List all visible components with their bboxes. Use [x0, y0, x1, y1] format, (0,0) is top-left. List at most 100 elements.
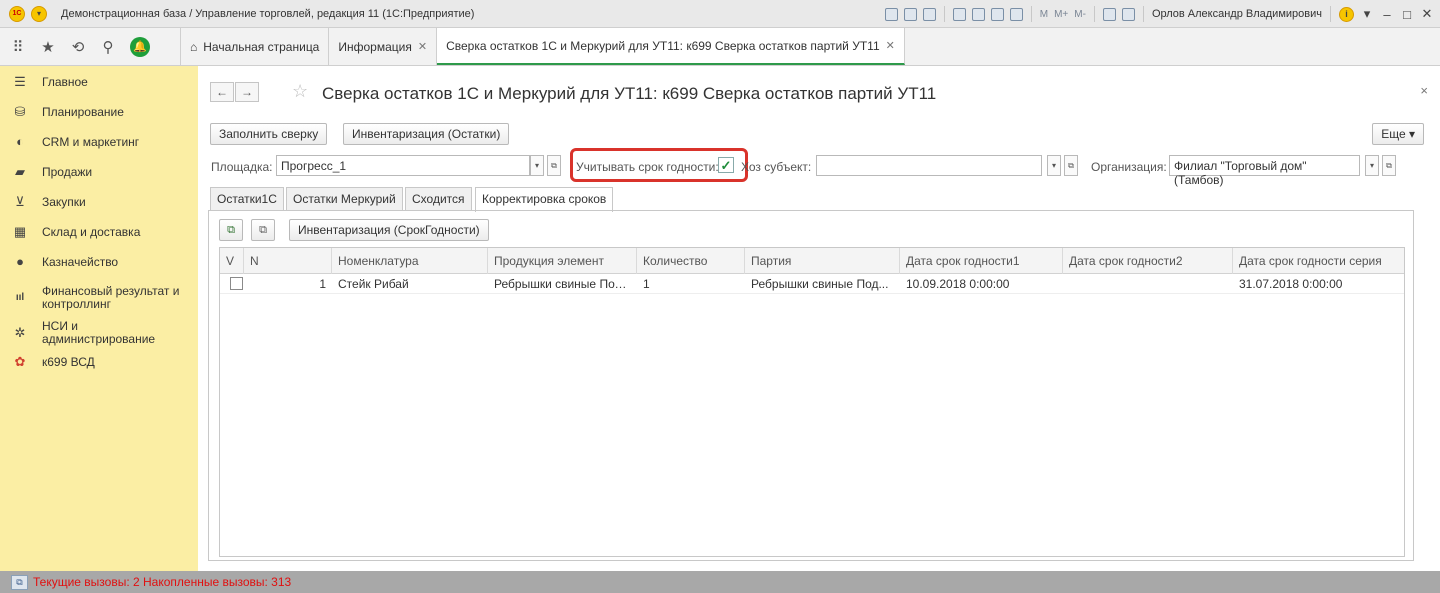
sidebar-item-treasury[interactable]: ● Казначейство [0, 246, 198, 276]
sidebar-item-label: Склад и доставка [42, 225, 141, 239]
row-quantity: 1 [643, 277, 650, 291]
treasury-icon: ● [16, 254, 24, 269]
organization-open-icon[interactable]: ⧉ [1382, 155, 1396, 176]
sidebar-item-label: Продажи [42, 165, 93, 179]
panels-icon[interactable] [1121, 7, 1135, 21]
subject-label: Хоз субъект: [741, 160, 812, 174]
info-icon[interactable]: i [1339, 6, 1354, 22]
sidebar-item-sales[interactable]: ▰ Продажи [0, 156, 198, 186]
tab-info[interactable]: Информация ✕ [329, 28, 438, 65]
tab-label: Начальная страница [203, 39, 320, 54]
row-number: 1 [319, 277, 326, 291]
sidebar-item-label: Планирование [42, 105, 124, 119]
table-row[interactable]: 1 Стейк Рибай Ребрышки свиные Под... 1 Р… [220, 274, 1404, 294]
subject-dropdown-icon[interactable]: ▾ [1047, 155, 1061, 176]
organization-label: Организация: [1091, 160, 1167, 174]
subject-field[interactable] [816, 155, 1042, 176]
fill-reconciliation-button[interactable]: Заполнить сверку [210, 123, 328, 145]
tab-matches[interactable]: Сходится [405, 187, 472, 210]
column-header-n[interactable]: N [244, 248, 332, 274]
tab-reconciliation[interactable]: Сверка остатков 1С и Меркурий для УТ11: … [437, 28, 905, 65]
memory-subtract-button[interactable]: M- [1074, 9, 1086, 20]
sales-icon: ▰ [15, 164, 25, 179]
inventory-expiry-button[interactable]: Инвентаризация (СрокГодности) [289, 219, 489, 241]
copy-link-icon[interactable] [971, 7, 985, 21]
tab-stock-1c[interactable]: Остатки1С [210, 187, 284, 210]
organization-dropdown-icon[interactable]: ▾ [1365, 155, 1379, 176]
site-open-icon[interactable]: ⧉ [547, 155, 561, 176]
gear-icon: ✲ [14, 325, 26, 340]
close-window-button[interactable]: ✕ [1420, 6, 1434, 22]
forward-button[interactable]: → [235, 82, 259, 102]
column-header-v[interactable]: V [220, 248, 244, 274]
save-icon[interactable] [884, 7, 898, 21]
row-nomenclature: Стейк Рибай [338, 277, 409, 291]
row-expiry-date1: 10.09.2018 0:00:00 [906, 277, 1010, 291]
history-icon[interactable]: ⟲ [70, 38, 86, 56]
server-calls-icon[interactable]: ⧉ [11, 574, 28, 590]
server-calls-status: Текущие вызовы: 2 Накопленные вызовы: 31… [33, 575, 292, 589]
current-user[interactable]: Орлов Александр Владимирович [1152, 8, 1322, 20]
table-header: V N Номенклатура Продукция элемент Колич… [220, 248, 1404, 274]
inventory-stock-button[interactable]: Инвентаризация (Остатки) [343, 123, 510, 145]
planning-icon: ⛁ [14, 104, 26, 119]
favorite-star-icon[interactable]: ☆ [292, 81, 308, 102]
close-tab-icon[interactable]: ✕ [886, 39, 895, 52]
column-header-quantity[interactable]: Количество [637, 248, 745, 274]
column-header-product[interactable]: Продукция элемент [488, 248, 637, 274]
sidebar-item-purchases[interactable]: ⊻ Закупки [0, 186, 198, 216]
sidebar-item-vsd[interactable]: ✿ к699 ВСД [0, 346, 198, 376]
site-field[interactable]: Прогресс_1 [276, 155, 530, 176]
zoom-icon[interactable] [1102, 7, 1116, 21]
tab-expiry-correction[interactable]: Корректировка сроков [475, 187, 614, 212]
row-checkbox[interactable] [230, 277, 243, 290]
back-button[interactable]: ← [210, 82, 234, 102]
window-titlebar: 1С ▾ Демонстрационная база / Управление … [0, 0, 1440, 28]
calculator-icon[interactable] [990, 7, 1004, 21]
sidebar-item-crm[interactable]: ◐ CRM и маркетинг [0, 126, 198, 156]
expiry-checkbox[interactable]: ✓ [718, 157, 734, 173]
select-all-icon[interactable]: ⧉ [219, 219, 243, 241]
sidebar-item-label: Главное [42, 75, 88, 89]
column-header-expiry-date1[interactable]: Дата срок годности1 [900, 248, 1063, 274]
column-header-nomenclature[interactable]: Номенклатура [332, 248, 488, 274]
calendar-icon[interactable] [1009, 7, 1023, 21]
home-icon: ⌂ [190, 39, 198, 54]
sidebar-item-warehouse[interactable]: ▦ Склад и доставка [0, 216, 198, 246]
sidebar-item-admin[interactable]: ✲ НСИ и администрирование [0, 311, 198, 346]
cart-icon: ⊻ [15, 194, 25, 209]
column-header-expiry-date2[interactable]: Дата срок годности2 [1063, 248, 1233, 274]
preview-icon[interactable] [922, 7, 936, 21]
expiry-correction-panel: ⧉ ⧉ Инвентаризация (СрокГодности) V N Но… [208, 210, 1414, 561]
sidebar-item-label: к699 ВСД [42, 355, 95, 369]
close-tab-icon[interactable]: ✕ [418, 40, 427, 53]
sidebar-item-finance[interactable]: ııl Финансовый результат и контроллинг [0, 276, 198, 311]
minimize-button[interactable]: – [1380, 7, 1394, 22]
deselect-all-icon[interactable]: ⧉ [251, 219, 275, 241]
link-icon[interactable] [952, 7, 966, 21]
main-menu-icon[interactable]: ▾ [31, 5, 47, 22]
apps-grid-icon[interactable]: ⠿ [10, 38, 26, 56]
column-header-batch[interactable]: Партия [745, 248, 900, 274]
column-header-series-date[interactable]: Дата срок годности серия [1233, 248, 1406, 274]
row-expiry-date2 [1063, 274, 1233, 294]
memory-add-button[interactable]: M+ [1054, 9, 1068, 20]
favorites-icon[interactable]: ★ [40, 38, 56, 56]
tab-home[interactable]: ⌂ Начальная страница [180, 28, 330, 65]
more-button[interactable]: Еще ▾ [1372, 123, 1424, 145]
close-form-icon[interactable]: × [1420, 83, 1428, 98]
window-menu-icon[interactable]: ▾ [1360, 6, 1374, 22]
toolbar-divider [1030, 6, 1032, 22]
tab-stock-mercury[interactable]: Остатки Меркурий [286, 187, 403, 210]
organization-field[interactable]: Филиал "Торговый дом" (Тамбов) [1169, 155, 1360, 187]
notifications-bell-icon[interactable]: 🔔 [130, 36, 150, 57]
sections-sidebar: ☰ Главное ⛁ Планирование ◐ CRM и маркети… [0, 66, 198, 571]
maximize-button[interactable]: □ [1400, 7, 1414, 22]
subject-open-icon[interactable]: ⧉ [1064, 155, 1078, 176]
memory-button[interactable]: M [1040, 9, 1048, 20]
print-icon[interactable] [903, 7, 917, 21]
sidebar-item-planning[interactable]: ⛁ Планирование [0, 96, 198, 126]
search-icon[interactable]: ⚲ [100, 38, 116, 56]
sidebar-item-main[interactable]: ☰ Главное [0, 66, 198, 96]
site-dropdown-icon[interactable]: ▾ [530, 155, 544, 176]
